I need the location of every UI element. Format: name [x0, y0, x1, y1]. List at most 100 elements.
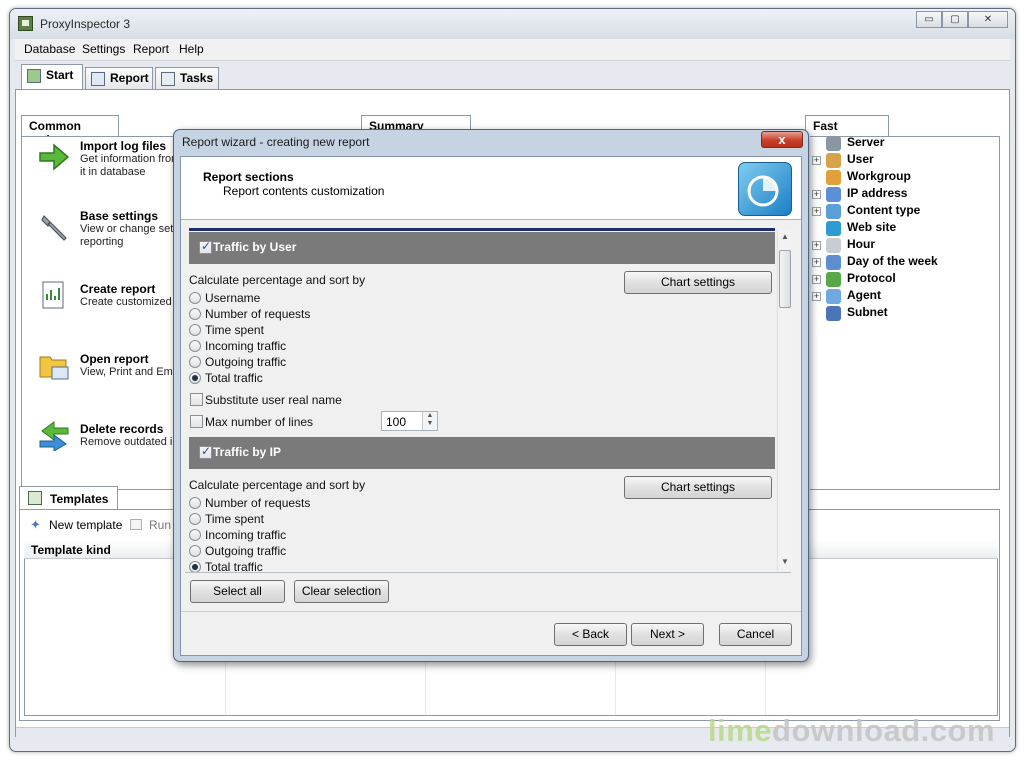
sort-option-label[interactable]: Time spent — [205, 512, 264, 526]
sort-label-ip: Calculate percentage and sort by — [189, 478, 366, 492]
import-arrow-icon[interactable] — [38, 141, 70, 173]
traffic-by-user-checkbox[interactable] — [199, 239, 212, 254]
menu-database[interactable]: Database — [24, 42, 75, 56]
import-log-files-link[interactable]: Import log files — [80, 139, 166, 153]
tab-tasks[interactable]: Tasks — [155, 67, 219, 89]
tasks-icon — [161, 72, 175, 86]
expand-icon[interactable]: + — [812, 292, 821, 301]
wrench-icon[interactable] — [38, 212, 70, 244]
base-settings-desc-1: View or change sett — [80, 223, 177, 235]
fast-report-item[interactable]: Hour — [847, 237, 875, 251]
base-settings-desc-2: reporting — [80, 236, 124, 248]
tab-report[interactable]: Report — [85, 67, 153, 89]
expand-icon[interactable]: + — [812, 275, 821, 284]
folder-icon[interactable] — [38, 349, 70, 381]
sort-option-label[interactable]: Incoming traffic — [205, 528, 286, 542]
delete-records-link[interactable]: Delete records — [80, 422, 163, 436]
delete-arrows-icon[interactable] — [38, 419, 70, 452]
chart-settings-button-ip[interactable]: Chart settings — [624, 476, 772, 499]
fast-report-item[interactable]: User — [847, 152, 874, 166]
menu-report[interactable]: Report — [133, 42, 169, 56]
fast-report-item[interactable]: Day of the week — [847, 254, 938, 268]
expand-icon[interactable]: + — [812, 156, 821, 165]
sort-radio[interactable] — [189, 308, 201, 320]
sort-radio[interactable] — [189, 340, 201, 352]
tab-start[interactable]: Start — [21, 64, 83, 90]
minimize-button[interactable]: ▭ — [916, 11, 942, 28]
fast-reports-tab[interactable]: Fast reports — [805, 115, 889, 147]
sort-radio[interactable] — [189, 497, 201, 509]
expand-icon[interactable]: + — [812, 207, 821, 216]
sort-radio[interactable] — [189, 324, 201, 336]
back-button[interactable]: < Back — [554, 623, 627, 646]
dialog-separator — [181, 611, 801, 612]
base-settings-link[interactable]: Base settings — [80, 209, 158, 223]
expand-icon[interactable]: + — [812, 190, 821, 199]
fast-report-item[interactable]: Workgroup — [847, 169, 911, 183]
fast-report-item[interactable]: Agent — [847, 288, 881, 302]
menu-settings[interactable]: Settings — [82, 42, 125, 56]
chart-settings-button-user[interactable]: Chart settings — [624, 271, 772, 294]
sort-option-label[interactable]: Username — [205, 291, 260, 305]
next-button[interactable]: Next > — [631, 623, 704, 646]
cancel-button[interactable]: Cancel — [719, 623, 792, 646]
import-log-files-desc-2: it in database — [80, 166, 146, 178]
fast-report-item[interactable]: IP address — [847, 186, 907, 200]
sort-option-label[interactable]: Number of requests — [205, 307, 310, 321]
maximize-button[interactable]: ▢ — [942, 11, 968, 28]
scroll-down-icon[interactable]: ▼ — [781, 557, 789, 566]
clock-icon — [826, 238, 841, 253]
template-kind-column[interactable]: Template kind — [31, 543, 111, 557]
menu-help[interactable]: Help — [179, 42, 204, 56]
fast-report-item[interactable]: Protocol — [847, 271, 896, 285]
sort-radio[interactable] — [189, 292, 201, 304]
scroll-thumb[interactable] — [779, 250, 791, 308]
fast-report-item[interactable]: Content type — [847, 203, 920, 217]
scroll-up-icon[interactable]: ▲ — [781, 232, 789, 241]
sort-option-label[interactable]: Number of requests — [205, 496, 310, 510]
max-lines-checkbox[interactable] — [190, 415, 203, 428]
title-bar[interactable]: ProxyInspector 3 ▭ ▢ ✕ — [10, 9, 1015, 39]
expand-icon[interactable]: + — [812, 258, 821, 267]
close-window-button[interactable]: ✕ — [968, 11, 1008, 28]
run-button[interactable]: Run — [149, 518, 171, 532]
delete-records-desc: Remove outdated in — [80, 436, 179, 448]
fast-report-item[interactable]: Web site — [847, 220, 896, 234]
traffic-by-ip-checkbox[interactable] — [199, 444, 212, 459]
templates-tab[interactable]: Templates — [19, 486, 118, 510]
common-tasks-tab[interactable]: Common tasks — [21, 115, 119, 147]
clear-selection-button[interactable]: Clear selection — [294, 580, 389, 603]
new-template-button[interactable]: New template — [49, 518, 122, 532]
section-accent-line — [189, 228, 775, 231]
wizard-logo-icon — [738, 162, 792, 216]
fast-report-item[interactable]: Subnet — [847, 305, 888, 319]
sections-scrollbar[interactable]: ▲ ▼ — [777, 230, 792, 571]
sort-radio[interactable] — [189, 513, 201, 525]
content-type-icon — [826, 204, 841, 219]
ip-address-icon — [826, 187, 841, 202]
max-lines-spinner[interactable]: 100 ▲ ▼ — [381, 411, 438, 431]
select-all-button[interactable]: Select all — [190, 580, 285, 603]
open-report-link[interactable]: Open report — [80, 352, 149, 366]
sort-option-label[interactable]: Time spent — [205, 323, 264, 337]
report-document-icon[interactable] — [38, 280, 70, 312]
expand-icon[interactable]: + — [812, 241, 821, 250]
sort-option-label[interactable]: Outgoing traffic — [205, 544, 286, 558]
sort-option-label[interactable]: Total traffic — [205, 371, 263, 385]
workgroup-icon — [826, 170, 841, 185]
calendar-icon — [826, 255, 841, 270]
dialog-close-button[interactable]: x — [761, 131, 803, 148]
spin-arrows[interactable]: ▲ ▼ — [422, 412, 437, 430]
sort-radio[interactable] — [189, 545, 201, 557]
sort-radio[interactable] — [189, 529, 201, 541]
sort-radio[interactable] — [189, 372, 201, 384]
sort-radio[interactable] — [189, 356, 201, 368]
sort-option-label[interactable]: Outgoing traffic — [205, 355, 286, 369]
traffic-by-user-header: Traffic by User — [189, 232, 775, 264]
substitute-real-name-checkbox[interactable] — [190, 393, 203, 406]
traffic-by-user-title: Traffic by User — [213, 240, 297, 254]
sort-option-label[interactable]: Incoming traffic — [205, 339, 286, 353]
max-lines-value[interactable]: 100 — [386, 415, 406, 429]
create-report-link[interactable]: Create report — [80, 282, 155, 296]
fast-report-item[interactable]: Server — [847, 135, 884, 149]
